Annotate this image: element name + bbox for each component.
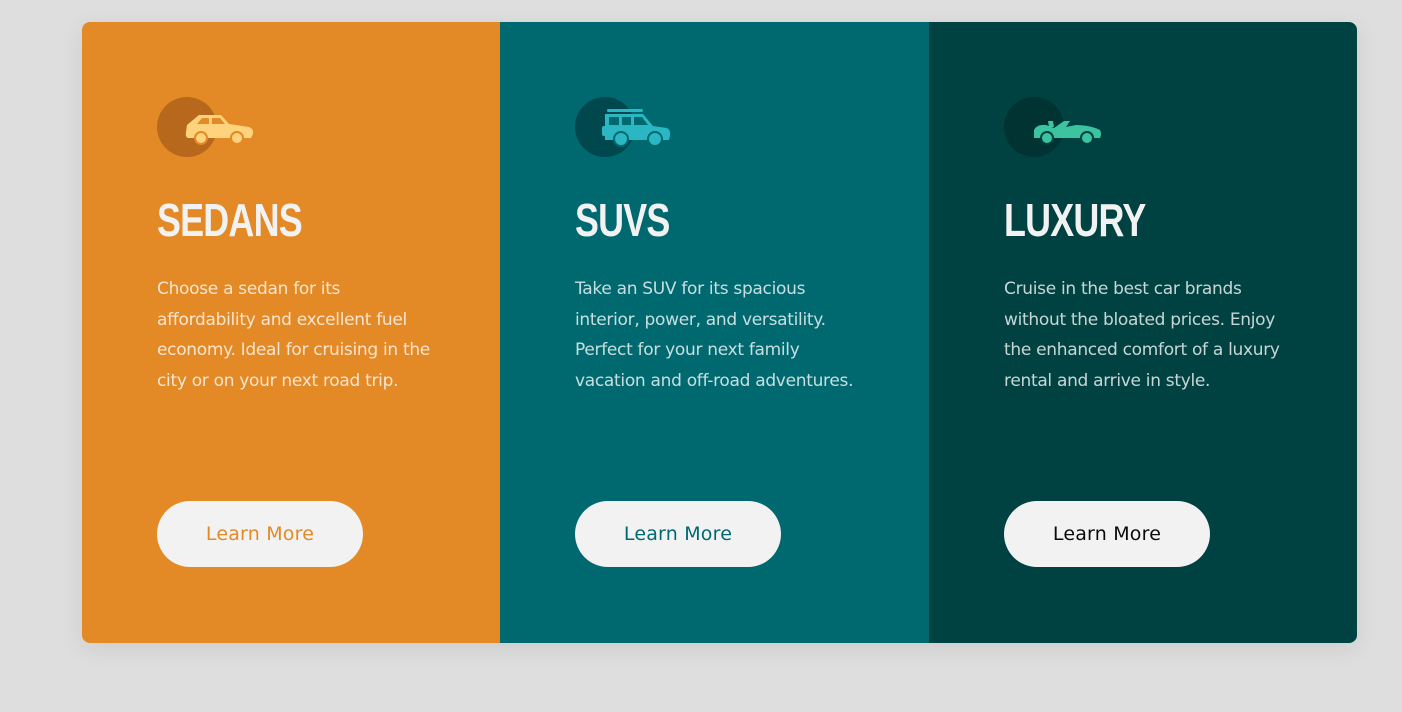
luxury-card: LUXURY Cruise in the best car brands wit… — [929, 22, 1357, 643]
card-title: SEDANS — [157, 194, 303, 246]
car-cards-container: SEDANS Choose a sedan for its affordabil… — [82, 22, 1357, 643]
card-description: Take an SUV for its spacious interior, p… — [575, 279, 854, 391]
learn-more-button[interactable]: Learn More — [1004, 501, 1210, 567]
suv-car-icon — [575, 97, 675, 159]
suvs-card: SUVS Take an SUV for its spacious interi… — [500, 22, 929, 643]
sedans-card: SEDANS Choose a sedan for its affordabil… — [82, 22, 500, 643]
card-title: LUXURY — [1004, 194, 1146, 246]
learn-more-button[interactable]: Learn More — [157, 501, 363, 567]
sedan-car-icon — [157, 97, 257, 159]
luxury-convertible-icon — [1004, 97, 1104, 159]
card-description: Cruise in the best car brands without th… — [1004, 279, 1280, 391]
card-description: Choose a sedan for its affordability and… — [157, 279, 430, 391]
card-title: SUVS — [575, 194, 670, 246]
learn-more-button[interactable]: Learn More — [575, 501, 781, 567]
